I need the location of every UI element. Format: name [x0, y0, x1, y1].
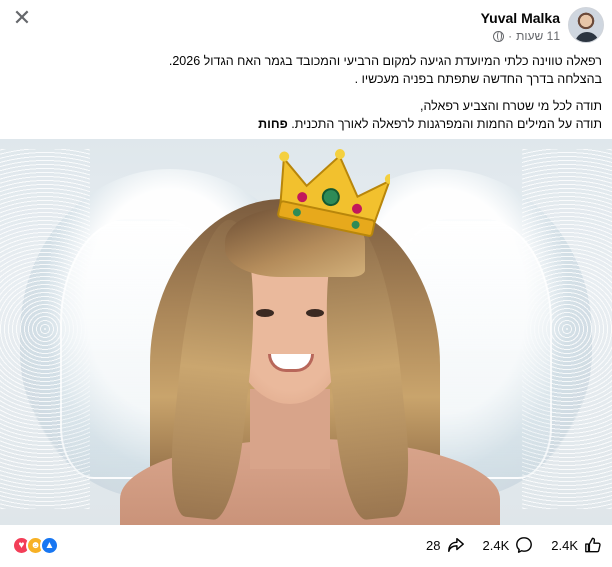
like-action[interactable]: 2.4K: [551, 536, 602, 554]
post-time[interactable]: 11 שעות: [516, 29, 560, 43]
post-text-line: תודה לכל מי שטרח והצביע רפאלה,: [420, 99, 602, 113]
like-count: 2.4K: [551, 537, 578, 553]
like-icon: [585, 537, 601, 553]
see-less-link[interactable]: פחות: [258, 117, 288, 131]
author-avatar[interactable]: [568, 7, 604, 43]
post-text-line: רפאלה טווינה כלתי המיועדת הגיעה למקום הר…: [168, 54, 602, 68]
comment-icon: [516, 537, 533, 553]
globe-icon: [493, 30, 505, 42]
post-text: רפאלה טווינה כלתי המיועדת הגיעה למקום הר…: [10, 52, 602, 133]
facebook-post: Yuval Malka 11 שעות · ✕ רפאלה טווינה כלת…: [0, 0, 612, 567]
eye: [256, 309, 274, 317]
close-icon[interactable]: ✕: [8, 4, 36, 32]
eye: [306, 309, 324, 317]
post-text-line: תודה על המילים החמות והמפרגנות לרפאלה לא…: [10, 115, 602, 133]
share-count: 28: [426, 537, 441, 553]
post-photo[interactable]: [0, 139, 612, 525]
share-icon: [447, 537, 464, 553]
post-text-line-content: תודה על המילים החמות והמפרגנות לרפאלה לא…: [291, 117, 602, 131]
crown-icon: [277, 149, 390, 237]
post-footer: ♥ ☻ ▲ 28 2.4K 2.4K: [0, 528, 612, 564]
share-action[interactable]: 28: [426, 536, 464, 554]
like-reaction-icon: ▲: [40, 536, 59, 555]
post-meta: 11 שעות ·: [493, 29, 560, 43]
post-text-line: בהצלחה בדרך החדשה שתפתח בפניה מעכשיו .: [354, 72, 602, 86]
comment-action[interactable]: 2.4K: [483, 536, 534, 554]
post-header: Yuval Malka 11 שעות · ✕: [8, 4, 604, 44]
author-name[interactable]: Yuval Malka: [481, 10, 560, 26]
reaction-summary[interactable]: ♥ ☻ ▲: [12, 536, 62, 556]
engagement-stats: 28 2.4K 2.4K: [426, 536, 602, 554]
comment-count: 2.4K: [482, 537, 510, 553]
